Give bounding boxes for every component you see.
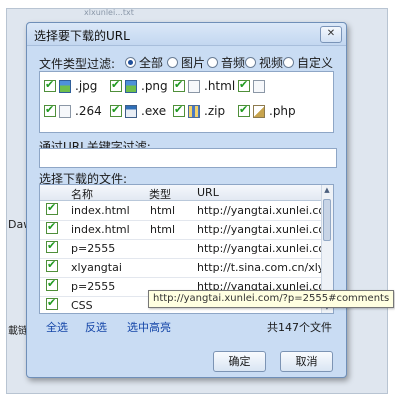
radio-dot: [125, 56, 136, 68]
checkbox[interactable]: [173, 103, 185, 117]
row-name: p=2555: [71, 280, 116, 293]
file-count: 共147个文件: [267, 321, 332, 334]
file-type-list: .jpg .png .html .264 .exe: [39, 71, 334, 133]
file-type-php[interactable]: .php: [238, 103, 296, 119]
file-type-label: .php: [269, 104, 296, 118]
table-row[interactable]: index.html html http://yangtai.xunlei.co…: [40, 201, 321, 221]
radio-label: 音频: [221, 55, 246, 70]
checkbox[interactable]: [46, 239, 58, 253]
radio-video[interactable]: 视频: [245, 54, 283, 70]
radio-dot: [167, 56, 178, 68]
filter-type-label: 文件类型过滤:: [39, 57, 116, 71]
radio-dot: [245, 56, 256, 68]
checkbox[interactable]: [46, 277, 58, 291]
checkbox[interactable]: [173, 78, 185, 92]
scroll-thumb[interactable]: [323, 199, 331, 241]
file-type-label: .zip: [204, 104, 226, 118]
file-type-label: .264: [75, 104, 102, 118]
file-type-exe[interactable]: .exe: [110, 103, 166, 119]
checkbox[interactable]: [238, 78, 250, 92]
file-type-html[interactable]: .html: [173, 78, 235, 94]
checkbox[interactable]: [44, 78, 56, 92]
column-header-type[interactable]: 类型: [149, 186, 171, 202]
checkbox[interactable]: [46, 220, 58, 234]
row-name: index.html: [71, 223, 130, 236]
highlight-selected-link[interactable]: 选中高亮: [127, 319, 171, 335]
background-tab: xlxunlei...txt: [84, 8, 134, 17]
radio-images[interactable]: 图片: [167, 54, 205, 70]
row-type: html: [150, 223, 176, 236]
radio-audio[interactable]: 音频: [207, 54, 245, 70]
row-url: http://t.sina.com.cn/xlyang: [197, 261, 321, 274]
image-file-icon: [59, 79, 71, 93]
radio-label: 自定义: [297, 55, 334, 70]
cancel-button[interactable]: 取消: [280, 351, 333, 372]
select-url-dialog: 选择要下载的URL ✕ 文件类型过滤: 全部 图片 音频 视频 自定义 ✔ .j…: [26, 22, 395, 378]
file-type-png[interactable]: .png: [110, 78, 168, 94]
url-tooltip: http://yangtai.xunlei.com/?p=2555#commen…: [148, 290, 395, 308]
file-type-label: .jpg: [75, 79, 98, 93]
table-row[interactable]: xlyangtai http://t.sina.com.cn/xlyang: [40, 258, 321, 278]
row-url: http://yangtai.xunlei.com/: [197, 204, 321, 217]
row-name: CSS: [71, 299, 93, 312]
checkbox[interactable]: [110, 78, 122, 92]
radio-all[interactable]: 全部: [125, 54, 163, 70]
column-header-url[interactable]: URL: [197, 186, 219, 199]
radio-dot: [207, 56, 218, 68]
document-file-icon: [59, 104, 71, 118]
row-type: html: [150, 204, 176, 217]
row-name: p=2555: [71, 242, 116, 255]
document-file-icon: [188, 79, 200, 93]
file-type-blank[interactable]: [238, 78, 269, 94]
radio-label: 视频: [259, 55, 284, 70]
row-name: index.html: [71, 204, 130, 217]
file-type-label: .html: [204, 79, 236, 93]
radio-dot: [283, 56, 294, 68]
image-file-icon: [125, 79, 137, 93]
url-keyword-input[interactable]: [39, 148, 337, 168]
dialog-titlebar: 选择要下载的URL ✕: [27, 23, 346, 46]
radio-custom[interactable]: 自定义: [283, 54, 333, 70]
invert-selection-link[interactable]: 反选: [85, 319, 107, 335]
checkbox[interactable]: [238, 103, 250, 117]
file-type-zip[interactable]: .zip: [173, 103, 225, 119]
select-all-link[interactable]: 全选: [46, 319, 68, 335]
close-button[interactable]: ✕: [320, 26, 342, 43]
table-row[interactable]: p=2555 http://yangtai.xunlei.com/: [40, 239, 321, 259]
column-header-name[interactable]: 名称: [71, 186, 93, 202]
checkbox[interactable]: [46, 296, 58, 310]
ok-button[interactable]: 确定: [213, 351, 266, 372]
checkbox[interactable]: [46, 201, 58, 215]
file-type-label: .png: [141, 79, 168, 93]
radio-label: 全部: [139, 55, 164, 70]
php-file-icon: [253, 104, 265, 118]
row-name: xlyangtai: [71, 261, 122, 274]
background-text: 載链: [8, 326, 28, 337]
file-type-jpg[interactable]: .jpg: [44, 78, 97, 94]
file-type-264[interactable]: .264: [44, 103, 102, 119]
file-type-label: .exe: [141, 104, 167, 118]
document-file-icon: [253, 79, 265, 93]
close-icon: ✕: [326, 28, 336, 39]
checkbox[interactable]: [46, 258, 58, 272]
zip-file-icon: [188, 104, 200, 118]
table-header: 名称 类型 URL: [40, 185, 321, 201]
scroll-up-icon[interactable]: ▲: [323, 186, 331, 195]
checkbox[interactable]: [44, 103, 56, 117]
row-url: http://yangtai.xunlei.com/: [197, 223, 321, 236]
radio-label: 图片: [181, 55, 206, 70]
executable-file-icon: [125, 104, 137, 118]
dialog-title: 选择要下载的URL: [34, 29, 130, 43]
table-row[interactable]: index.html html http://yangtai.xunlei.co…: [40, 220, 321, 240]
checkbox[interactable]: [110, 103, 122, 117]
row-url: http://yangtai.xunlei.com/: [197, 242, 321, 255]
